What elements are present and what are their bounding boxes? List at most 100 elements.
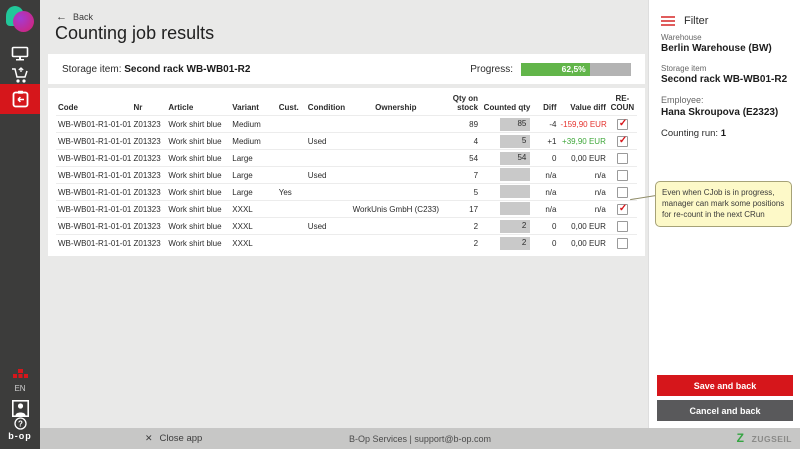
summary-card: Storage item: Second rack WB-WB01-R2 Pro…: [48, 54, 645, 84]
cell-recount: [608, 167, 637, 184]
sidebar-item-counting-active[interactable]: [0, 84, 40, 114]
cell-qty: 2: [442, 218, 480, 235]
cell-counted-qty: [480, 201, 532, 218]
app-logo-icon[interactable]: [5, 5, 35, 35]
close-icon: ✕: [145, 433, 153, 443]
cell-condition: [306, 116, 350, 133]
cell-nr: Z01323: [132, 167, 167, 184]
progress-bar: 62,5%: [521, 63, 631, 76]
recount-checkbox[interactable]: [617, 187, 628, 198]
cell-article: Work shirt blue: [166, 167, 230, 184]
cell-condition: Used: [306, 167, 350, 184]
counted-qty-box: [500, 202, 530, 215]
column-header: Code: [56, 90, 132, 116]
recount-checkbox[interactable]: [617, 170, 628, 181]
cell-code: WB-WB01-R1-01-01: [56, 133, 132, 150]
cell-recount: [608, 133, 637, 150]
counted-qty-box: 2: [500, 237, 530, 250]
cell-cust: [277, 150, 306, 167]
cell-diff: 0: [532, 150, 558, 167]
cell-cust: Yes: [277, 184, 306, 201]
cell-qty: 7: [442, 167, 480, 184]
progress-fill: 62,5%: [521, 63, 590, 76]
cancel-and-back-button[interactable]: Cancel and back: [657, 400, 793, 421]
cell-code: WB-WB01-R1-01-01: [56, 116, 132, 133]
close-app-label: Close app: [160, 433, 203, 444]
cell-ownership: [349, 150, 442, 167]
cell-counted-qty: 85: [480, 116, 532, 133]
cell-value-diff: 0,00 EUR: [558, 218, 607, 235]
recount-checkbox[interactable]: [617, 119, 628, 130]
cell-article: Work shirt blue: [166, 235, 230, 252]
cell-cust: [277, 235, 306, 252]
storage-item-summary: Storage item: Second rack WB-WB01-R2: [62, 64, 250, 75]
counted-qty-box: 54: [500, 152, 530, 165]
cell-variant: Large: [230, 184, 276, 201]
cell-code: WB-WB01-R1-01-01: [56, 218, 132, 235]
table-body: WB-WB01-R1-01-01Z01323Work shirt blueMed…: [56, 116, 637, 252]
cell-counted-qty: 2: [480, 235, 532, 252]
close-app-button[interactable]: ✕ Close app: [145, 433, 202, 444]
table-row: WB-WB01-R1-01-01Z01323Work shirt blueMed…: [56, 116, 637, 133]
column-header: Ownership: [349, 90, 442, 116]
sidebar-item-help[interactable]: ?: [0, 414, 40, 432]
recount-checkbox[interactable]: [617, 221, 628, 232]
cell-value-diff: -159,90 EUR: [558, 116, 607, 133]
filter-title: Filter: [684, 15, 708, 27]
cell-diff: 0: [532, 235, 558, 252]
counted-qty-box: 85: [500, 118, 530, 131]
cell-nr: Z01323: [132, 218, 167, 235]
table-row: WB-WB01-R1-01-01Z01323Work shirt blueLar…: [56, 184, 637, 201]
column-header: Variant: [230, 90, 276, 116]
cart-icon: [11, 67, 29, 84]
language-label[interactable]: EN: [0, 384, 40, 393]
cell-cust: [277, 201, 306, 218]
table-row: WB-WB01-R1-01-01Z01323Work shirt blueMed…: [56, 133, 637, 150]
cell-nr: Z01323: [132, 150, 167, 167]
column-header: Diff: [532, 90, 558, 116]
cell-condition: Used: [306, 218, 350, 235]
table-row: WB-WB01-R1-01-01Z01323Work shirt blueXXX…: [56, 235, 637, 252]
sidebar: EN ? b-op: [0, 0, 40, 449]
cell-cust: [277, 167, 306, 184]
cell-article: Work shirt blue: [166, 116, 230, 133]
cell-diff: n/a: [532, 201, 558, 218]
employee-value: Hana Skroupova (E2323): [661, 107, 778, 118]
table-row: WB-WB01-R1-01-01Z01323Work shirt blueLar…: [56, 167, 637, 184]
save-and-back-button[interactable]: Save and back: [657, 375, 793, 396]
recount-checkbox[interactable]: [617, 153, 628, 164]
table-row: WB-WB01-R1-01-01Z01323Work shirt blueXXX…: [56, 201, 637, 218]
counting-clipboard-icon: [12, 90, 29, 108]
recount-checkbox[interactable]: [617, 136, 628, 147]
back-button[interactable]: ←Back: [56, 11, 93, 23]
cell-article: Work shirt blue: [166, 184, 230, 201]
cell-nr: Z01323: [132, 116, 167, 133]
cell-value-diff: 0,00 EUR: [558, 150, 607, 167]
counted-qty-box: [500, 168, 530, 181]
cell-ownership: WorkUnis GmbH (C233): [349, 201, 442, 218]
column-header: Condition: [306, 90, 350, 116]
cell-recount: [608, 116, 637, 133]
cell-article: Work shirt blue: [166, 201, 230, 218]
cell-code: WB-WB01-R1-01-01: [56, 150, 132, 167]
svg-text:?: ?: [18, 419, 23, 428]
column-header: Qty on stock: [442, 90, 480, 116]
cell-value-diff: +39,90 EUR: [558, 133, 607, 150]
filter-toggle[interactable]: Filter: [661, 14, 708, 28]
cell-variant: Large: [230, 150, 276, 167]
cell-diff: +1: [532, 133, 558, 150]
cell-condition: [306, 235, 350, 252]
cell-ownership: [349, 116, 442, 133]
cell-code: WB-WB01-R1-01-01: [56, 201, 132, 218]
table-row: WB-WB01-R1-01-01Z01323Work shirt blueLar…: [56, 150, 637, 167]
recount-checkbox[interactable]: [617, 238, 628, 249]
table-header-row: CodeNrArticleVariantCust.ConditionOwners…: [56, 90, 637, 116]
cell-code: WB-WB01-R1-01-01: [56, 184, 132, 201]
column-header: RE-COUN: [608, 90, 637, 116]
storage-item-label: Storage item:: [62, 64, 121, 75]
help-icon: ?: [14, 417, 27, 430]
recount-checkbox[interactable]: [617, 204, 628, 215]
cell-variant: Large: [230, 167, 276, 184]
cell-ownership: [349, 235, 442, 252]
warehouse-label: Warehouse: [661, 33, 702, 42]
